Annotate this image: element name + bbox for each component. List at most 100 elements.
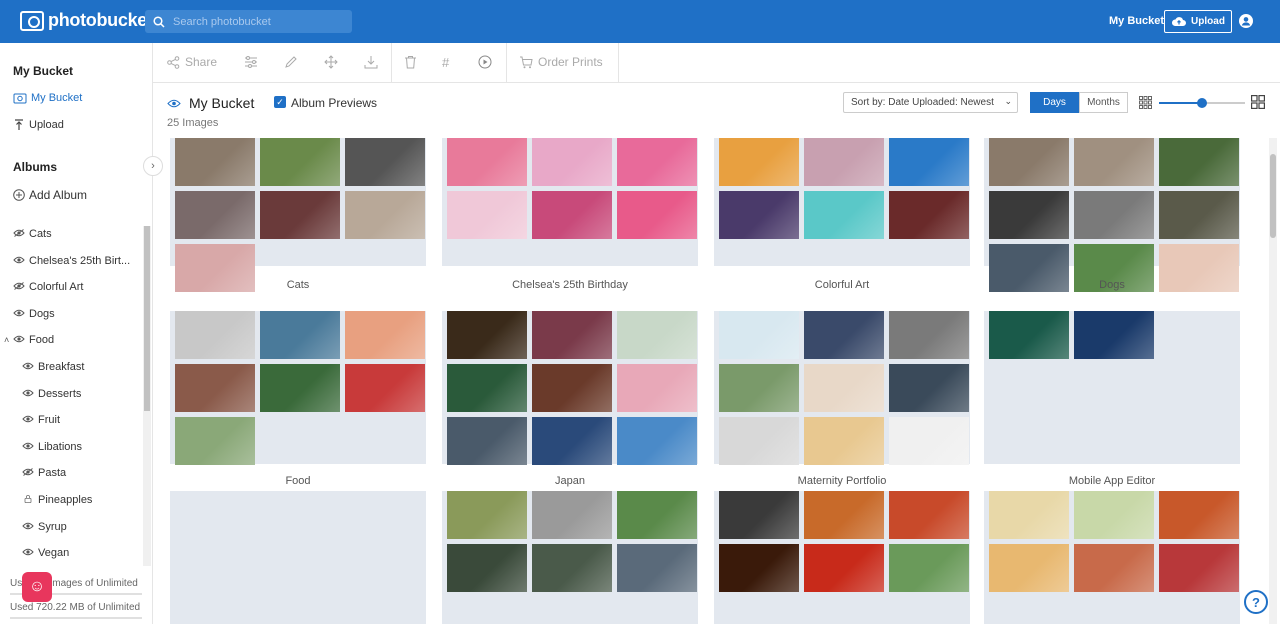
sort-dropdown[interactable]: Sort by: Date Uploaded: Newest ⌄ — [843, 92, 1018, 113]
trash-icon[interactable] — [404, 55, 417, 69]
album-thumbnail — [889, 544, 969, 592]
sidebar-subalbum-item[interactable]: Pineapples — [22, 494, 92, 506]
sidebar-album-item[interactable]: ˄ Food — [4, 334, 54, 346]
play-slideshow-icon[interactable] — [478, 55, 492, 69]
logo[interactable]: photobucket — [20, 10, 153, 31]
action-toolbar: Share # Order Prints — [153, 43, 1280, 83]
album-thumbnail — [532, 491, 612, 539]
album-label: Colorful Art — [29, 281, 84, 294]
album-thumbnail — [175, 191, 255, 239]
album-thumbnail — [447, 491, 527, 539]
upload-button-label: Upload — [1191, 16, 1225, 27]
sidebar-subalbum-item[interactable]: Libations — [22, 441, 82, 453]
album-thumbnail — [889, 191, 969, 239]
album-thumbnail — [989, 544, 1069, 592]
album-thumbnail — [345, 364, 425, 412]
album-thumbnail — [447, 417, 527, 465]
question-icon: ? — [1252, 594, 1260, 610]
sidebar-subalbum-item[interactable]: Desserts — [22, 388, 81, 400]
sidebar-album-item[interactable]: Chelsea's 25th Birt... — [13, 255, 130, 267]
album-previews-checkbox[interactable]: ✓ — [274, 96, 286, 108]
sidebar-album-item[interactable]: Dogs — [13, 308, 55, 320]
sidebar-subalbum-item[interactable]: Vegan — [22, 547, 69, 559]
album-thumbnail — [260, 191, 340, 239]
album-name[interactable]: Colorful Art — [714, 279, 970, 291]
zoom-slider-handle[interactable] — [1197, 98, 1207, 108]
main-scrollbar[interactable] — [1269, 138, 1277, 624]
sidebar-subalbum-item[interactable]: Breakfast — [22, 361, 84, 373]
top-bar: photobucket My Bucket Upload — [0, 0, 1280, 43]
months-toggle[interactable]: Months — [1079, 92, 1128, 113]
album-thumbnail — [1074, 544, 1154, 592]
sidebar-album-item[interactable]: Cats — [13, 228, 52, 240]
small-grid-icon[interactable] — [1139, 96, 1152, 109]
album-thumbnail — [719, 311, 799, 359]
album-thumbnail — [260, 364, 340, 412]
zoom-slider[interactable] — [1159, 98, 1245, 108]
album-thumbnail — [532, 417, 612, 465]
album-name[interactable]: Dogs — [984, 279, 1240, 291]
album-thumbnail — [719, 491, 799, 539]
album-name[interactable]: Japan — [442, 475, 698, 487]
eye-icon — [22, 441, 34, 453]
order-prints-button[interactable]: Order Prints — [519, 55, 603, 69]
search-input[interactable] — [173, 15, 343, 28]
help-button[interactable]: ? — [1244, 590, 1268, 614]
search-box[interactable] — [145, 10, 352, 33]
chat-button[interactable]: ☺ — [22, 572, 52, 602]
large-grid-icon[interactable] — [1251, 95, 1265, 109]
adjust-icon[interactable] — [244, 55, 258, 69]
add-album-button[interactable]: Add Album — [13, 188, 87, 202]
visibility-eye-icon[interactable] — [167, 99, 181, 108]
album-label: Chelsea's 25th Birt... — [29, 254, 131, 267]
bucket-icon — [13, 93, 27, 103]
my-bucket-link[interactable]: My Bucket — [1109, 15, 1164, 27]
sidebar-subalbum-item[interactable]: Pasta — [22, 467, 66, 479]
brand-name: photobucket — [48, 10, 153, 30]
eye-icon — [13, 334, 25, 346]
sidebar-scrollbar[interactable] — [143, 226, 151, 566]
subalbum-label: Libations — [38, 440, 83, 453]
album-name[interactable]: Mobile App Editor — [984, 475, 1240, 487]
album-thumbnail — [889, 138, 969, 186]
album-thumbnail — [804, 417, 884, 465]
upload-button[interactable]: Upload — [1164, 10, 1232, 33]
caret-up-icon[interactable]: ˄ — [4, 335, 9, 345]
edit-pencil-icon[interactable] — [284, 55, 298, 69]
eye-icon — [22, 547, 34, 559]
album-thumbnail — [804, 191, 884, 239]
album-thumbnail — [989, 491, 1069, 539]
move-icon[interactable] — [324, 55, 338, 69]
album-thumbnail — [175, 311, 255, 359]
cart-icon — [520, 56, 533, 68]
album-thumbnail — [804, 311, 884, 359]
hashtag-icon[interactable]: # — [442, 55, 449, 70]
album-name[interactable]: Cats — [170, 279, 426, 291]
sidebar-subalbum-item[interactable]: Syrup — [22, 521, 67, 533]
album-thumbnail — [719, 364, 799, 412]
sidebar-album-item[interactable]: Colorful Art — [13, 281, 83, 293]
sidebar-item-my-bucket[interactable]: My Bucket — [13, 92, 82, 104]
album-thumbnail — [1159, 544, 1239, 592]
album-name[interactable]: Food — [170, 475, 426, 487]
eye-icon — [22, 361, 34, 373]
eye-icon — [22, 388, 34, 400]
album-name[interactable]: Maternity Portfolio — [714, 475, 970, 487]
days-toggle[interactable]: Days — [1030, 92, 1079, 113]
album-previews-label[interactable]: Album Previews — [291, 96, 377, 110]
album-thumbnail — [1074, 311, 1154, 359]
page-title: My Bucket — [189, 95, 255, 111]
upload-icon — [15, 119, 23, 130]
album-thumbnail — [1074, 138, 1154, 186]
sidebar-item-upload[interactable]: Upload — [13, 119, 64, 131]
plus-circle-icon — [13, 189, 25, 201]
album-thumbnail — [989, 138, 1069, 186]
user-account-icon[interactable] — [1239, 14, 1253, 28]
share-button[interactable]: Share — [167, 55, 217, 69]
sidebar: My Bucket My Bucket Upload Albums › Add … — [0, 43, 163, 624]
download-icon[interactable] — [364, 55, 378, 69]
usage-storage: Used 720.22 MB of Unlimited — [10, 602, 141, 613]
album-thumbnail — [804, 138, 884, 186]
sidebar-subalbum-item[interactable]: Fruit — [22, 414, 60, 426]
album-name[interactable]: Chelsea's 25th Birthday — [442, 279, 698, 291]
